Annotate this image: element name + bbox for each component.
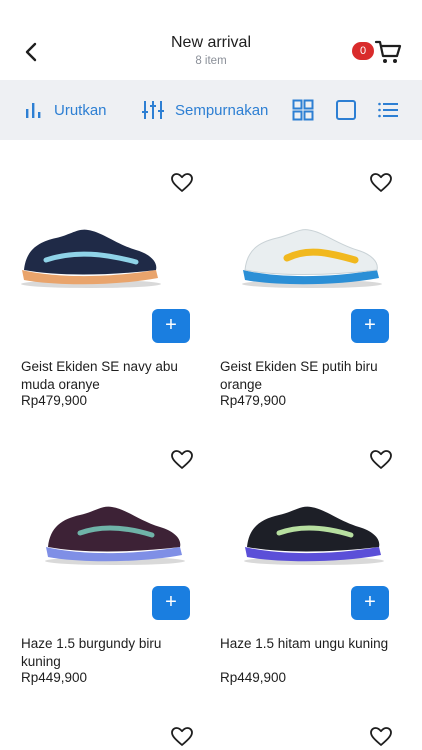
heart-icon[interactable] (370, 173, 392, 193)
product-card[interactable]: + Geist Ekiden SE putih biru orange Rp47… (199, 140, 398, 417)
sliders-icon (142, 101, 164, 119)
heart-icon[interactable] (171, 727, 193, 747)
add-to-cart-button[interactable]: + (152, 586, 190, 620)
heart-icon[interactable] (171, 173, 193, 193)
heart-icon[interactable] (370, 727, 392, 747)
product-card[interactable] (199, 694, 398, 750)
product-card[interactable]: + Geist Ekiden SE navy abu muda oranye R… (0, 140, 199, 417)
header: New arrival 8 item 0 (0, 0, 422, 80)
product-name: Geist Ekiden SE navy abu muda oranye (21, 359, 178, 392)
bar-chart-icon (26, 103, 41, 118)
product-image (242, 229, 382, 288)
cart-count-badge: 0 (352, 42, 374, 60)
heart-icon[interactable] (171, 450, 193, 470)
product-price: Rp449,900 (21, 670, 88, 685)
product-image (21, 229, 161, 288)
toolbar: Urutkan Sempurnakan (0, 80, 422, 140)
product-price: Rp449,900 (220, 670, 287, 685)
product-name: Haze 1.5 burgundy biru kuning (21, 636, 162, 669)
product-image (244, 506, 384, 565)
filter-label: Sempurnakan (175, 101, 269, 119)
product-card[interactable]: + Haze 1.5 burgundy biru kuning Rp449,90… (0, 417, 199, 694)
heart-icon[interactable] (370, 450, 392, 470)
product-price: Rp479,900 (220, 393, 287, 408)
sort-label: Urutkan (54, 101, 107, 119)
grid-view-icon[interactable] (292, 99, 314, 121)
product-name: Haze 1.5 hitam ungu kuning (220, 636, 389, 651)
list-view-icon[interactable] (377, 99, 399, 121)
filter-button[interactable]: Sempurnakan (141, 80, 268, 140)
product-image (45, 506, 185, 565)
product-name: Geist Ekiden SE putih biru orange (220, 359, 378, 392)
add-to-cart-button[interactable]: + (351, 586, 389, 620)
product-card[interactable]: + Haze 1.5 hitam ungu kuning Rp449,900 (199, 417, 398, 694)
product-card[interactable] (0, 694, 199, 750)
add-to-cart-button[interactable]: + (351, 309, 389, 343)
add-to-cart-button[interactable]: + (152, 309, 190, 343)
product-price: Rp479,900 (21, 393, 88, 408)
single-view-icon[interactable] (335, 99, 357, 121)
cart-button[interactable]: 0 (352, 38, 402, 66)
sort-button[interactable]: Urutkan (24, 80, 107, 140)
cart-icon (374, 40, 402, 63)
